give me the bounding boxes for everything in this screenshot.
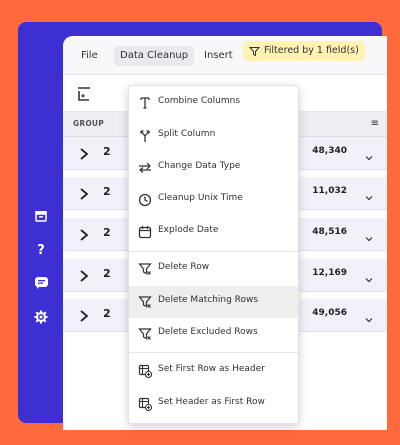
menu-separator — [129, 352, 298, 353]
calendar-icon — [137, 224, 153, 240]
svg-text:?: ? — [37, 243, 45, 256]
filter-delete-icon — [137, 294, 153, 310]
menu-item-label: Set First Row as Header — [158, 364, 265, 374]
menu-data-cleanup[interactable]: Data Cleanup — [114, 46, 195, 66]
layout-toggle-icon[interactable] — [75, 85, 93, 103]
filter-status-badge[interactable]: Filtered by 1 field(s) — [243, 41, 365, 61]
menu-item-set-header-as-first-row[interactable]: Set Header as First Row — [129, 388, 298, 420]
filter-delete-icon — [137, 326, 153, 342]
change-data-type-icon — [137, 160, 153, 176]
menu-item-label: Delete Excluded Rows — [158, 327, 258, 337]
menu-item-combine-columns[interactable]: Combine Columns — [129, 87, 298, 119]
expand-chevron-icon[interactable] — [79, 186, 89, 200]
group-column-header: GROUP — [73, 119, 104, 128]
menu-item-split-column[interactable]: Split Column — [129, 120, 298, 152]
menu-item-label: Delete Matching Rows — [158, 295, 259, 305]
row-count: 48,516 — [312, 227, 347, 237]
group-value: 2 — [103, 145, 111, 158]
menu-item-label: Explode Date — [158, 225, 219, 235]
menu-item-explode-date[interactable]: Explode Date — [129, 216, 298, 248]
caret-down-icon[interactable] — [365, 269, 373, 283]
menu-item-label: Split Column — [158, 129, 216, 139]
menu-file[interactable]: File — [81, 46, 98, 66]
caret-down-icon[interactable] — [365, 187, 373, 201]
archive-icon[interactable] — [33, 208, 49, 224]
caret-down-icon[interactable] — [365, 309, 373, 323]
expand-chevron-icon[interactable] — [79, 146, 89, 160]
group-value: 2 — [103, 185, 111, 198]
group-value: 2 — [103, 307, 111, 320]
expand-chevron-icon[interactable] — [79, 308, 89, 322]
filter-icon — [249, 46, 260, 56]
menubar: File Data Cleanup Insert Filtered by 1 f… — [63, 36, 387, 75]
row-count: 48,340 — [312, 146, 347, 156]
sidebar: ? — [18, 22, 64, 423]
app-frame: ? File Data Cleanup Insert Filtered by 1… — [18, 22, 387, 430]
menu-item-label: Delete Row — [158, 262, 210, 272]
filter-badge-label: Filtered by 1 field(s) — [264, 45, 359, 56]
clock-icon — [137, 192, 153, 208]
menu-item-change-data-type[interactable]: Change Data Type — [129, 152, 298, 184]
menu-item-delete-matching-rows[interactable]: Delete Matching Rows — [129, 286, 298, 318]
split-column-icon — [137, 128, 153, 144]
table-header-icon — [137, 396, 153, 412]
menu-item-delete-excluded-rows[interactable]: Delete Excluded Rows — [129, 318, 298, 350]
filter-delete-icon — [137, 261, 153, 277]
menu-item-cleanup-unix-time[interactable]: Cleanup Unix Time — [129, 184, 298, 216]
data-cleanup-dropdown: Combine Columns Split Column Change Data T… — [128, 85, 299, 424]
menu-item-label: Change Data Type — [158, 161, 241, 171]
row-count: 11,032 — [312, 186, 347, 196]
expand-chevron-icon[interactable] — [79, 268, 89, 282]
menu-item-label: Cleanup Unix Time — [158, 193, 243, 203]
menu-item-set-first-row-as-header[interactable]: Set First Row as Header — [129, 355, 298, 387]
row-count: 49,056 — [312, 308, 347, 318]
table-header-icon — [137, 363, 153, 379]
group-value: 2 — [103, 267, 111, 280]
row-count: 12,169 — [312, 268, 347, 278]
group-value: 2 — [103, 226, 111, 239]
menu-item-delete-row[interactable]: Delete Row — [129, 253, 298, 285]
column-menu-icon[interactable]: ≡ — [371, 118, 379, 129]
caret-down-icon[interactable] — [365, 228, 373, 242]
menu-item-label: Set Header as First Row — [158, 397, 265, 407]
help-icon[interactable]: ? — [33, 241, 49, 257]
menu-insert[interactable]: Insert — [204, 46, 233, 66]
caret-down-icon[interactable] — [365, 147, 373, 161]
menu-item-label: Combine Columns — [158, 96, 241, 106]
chat-icon[interactable] — [33, 275, 49, 291]
settings-gear-icon[interactable] — [33, 309, 49, 325]
expand-chevron-icon[interactable] — [79, 227, 89, 241]
menu-separator — [129, 251, 298, 252]
combine-columns-icon — [137, 95, 153, 111]
